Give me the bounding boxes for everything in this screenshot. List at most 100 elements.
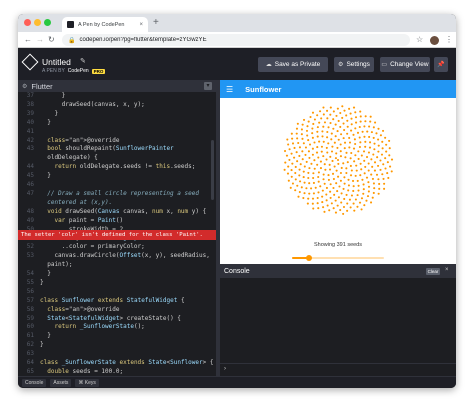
- app-bar: ☰ Sunflower: [220, 80, 456, 98]
- seed-dot: [325, 158, 328, 161]
- seed-dot: [366, 130, 369, 133]
- seed-dot: [369, 120, 372, 123]
- close-console-icon[interactable]: ×: [445, 267, 449, 273]
- seed-dot: [351, 179, 355, 183]
- settings-button[interactable]: ⚙ Settings: [334, 57, 374, 72]
- seed-dot: [348, 107, 351, 110]
- seed-dot: [342, 187, 345, 190]
- seed-dot: [293, 156, 296, 159]
- seed-dot: [340, 133, 343, 136]
- seed-dot: [295, 132, 298, 135]
- seed-dot: [300, 133, 303, 136]
- seed-dot: [305, 129, 309, 132]
- seed-dot: [316, 130, 319, 133]
- seed-dot: [358, 201, 362, 204]
- seed-dot: [383, 182, 386, 185]
- code-line: oldDelegate) {: [18, 154, 216, 163]
- pencil-icon[interactable]: ✎: [80, 57, 86, 65]
- seed-dot: [367, 169, 370, 172]
- line-number: 42: [26, 136, 34, 144]
- seed-dot: [323, 163, 326, 166]
- seed-dot: [312, 172, 315, 175]
- app-title: Sunflower: [245, 84, 282, 94]
- seed-dot: [335, 182, 338, 185]
- footer-assets-button[interactable]: Assets: [50, 378, 72, 387]
- seed-dot: [364, 120, 367, 123]
- forward-arrow-icon[interactable]: →: [36, 34, 44, 45]
- codepen-logo-icon[interactable]: [21, 53, 39, 71]
- bookmark-star-icon[interactable]: ☆: [416, 35, 423, 45]
- footer-console-button[interactable]: Console: [22, 378, 47, 387]
- browser-menu-icon[interactable]: ⋮: [445, 35, 453, 45]
- code-line: 61 }: [18, 332, 216, 341]
- code-text: canvas.drawCircle(Offset(x, y), seedRadi…: [40, 252, 210, 260]
- seed-dot: [313, 167, 316, 170]
- line-number: 57: [26, 296, 34, 304]
- hamburger-menu-icon[interactable]: ☰: [226, 85, 233, 94]
- seed-dot: [360, 208, 363, 211]
- code-text: return _SunflowerState();: [54, 323, 145, 331]
- seed-dot: [334, 123, 337, 126]
- seed-slider[interactable]: [292, 255, 384, 261]
- seed-dot: [365, 155, 369, 159]
- reload-icon[interactable]: ↻: [48, 34, 55, 45]
- seed-dot: [329, 196, 332, 199]
- footer-keys-button[interactable]: ⌘ Keys: [75, 378, 99, 387]
- seed-dot: [357, 184, 360, 187]
- seed-dot: [300, 186, 303, 189]
- seed-dot: [290, 175, 293, 178]
- code-text: drawSeed(canvas, x, y);: [40, 100, 145, 108]
- seed-dot: [304, 153, 307, 156]
- seed-dot: [302, 196, 305, 200]
- pin-button[interactable]: 📌: [434, 57, 448, 72]
- seed-dot: [342, 212, 345, 215]
- clear-console-button[interactable]: Clear: [426, 268, 440, 275]
- slider-thumb[interactable]: [305, 255, 312, 261]
- seed-dot: [372, 136, 375, 139]
- seed-dot: [359, 120, 362, 123]
- console-header: Console Clear ×: [220, 265, 456, 278]
- seed-dot: [285, 154, 289, 157]
- new-tab-button[interactable]: +: [153, 17, 159, 29]
- codepen-header: Untitled ✎ A PEN BY CodePen PRO ☁ Save a…: [18, 48, 456, 80]
- seed-dot: [286, 172, 290, 175]
- address-bar: ← → ↻ 🔒 codepen.io/pen?pg=flutter&templa…: [18, 32, 456, 48]
- browser-profile-avatar[interactable]: [430, 36, 439, 45]
- change-view-button[interactable]: ▭ Change View: [380, 57, 430, 72]
- minimize-window-button[interactable]: [34, 19, 41, 26]
- line-number: 40: [26, 118, 34, 126]
- seed-dot: [345, 151, 348, 154]
- back-arrow-icon[interactable]: ←: [24, 34, 32, 45]
- maximize-window-button[interactable]: [44, 19, 51, 26]
- pen-title[interactable]: Untitled: [42, 57, 71, 67]
- code-text: void drawSeed(Canvas canvas, num x, num …: [47, 207, 207, 215]
- seed-dot: [332, 177, 335, 181]
- seed-dot: [296, 160, 299, 163]
- close-window-button[interactable]: [24, 19, 31, 26]
- author-link[interactable]: CodePen: [68, 68, 89, 74]
- editor-scrollbar[interactable]: [211, 140, 214, 200]
- seed-dot: [381, 173, 384, 176]
- preview-pane: ☰ Sunflower Showing 391 seeds: [220, 80, 456, 264]
- seed-dot: [301, 123, 304, 126]
- save-private-button[interactable]: ☁ Save as Private: [258, 57, 328, 72]
- seed-dot: [369, 141, 372, 144]
- seed-dot: [371, 165, 374, 168]
- tab-close-icon[interactable]: ×: [139, 22, 143, 28]
- code-line: 60 return _SunflowerState();: [18, 323, 216, 332]
- code-line: 63: [18, 350, 216, 359]
- seed-dot: [306, 202, 309, 205]
- seed-dot: [290, 152, 293, 155]
- seed-dot: [363, 159, 366, 162]
- console-prompt-icon[interactable]: ›: [224, 366, 226, 372]
- seed-dot: [288, 148, 291, 151]
- seed-dot: [359, 162, 362, 165]
- seed-dot: [360, 154, 363, 157]
- seed-dot: [377, 144, 380, 147]
- editor-settings-icon[interactable]: ⚙: [22, 83, 27, 90]
- collapse-icon[interactable]: ▾: [204, 82, 212, 90]
- browser-tab[interactable]: A Pen by CodePen ×: [62, 17, 148, 32]
- line-number: 60: [26, 323, 34, 331]
- seed-dot: [339, 208, 342, 212]
- url-field[interactable]: 🔒 codepen.io/pen?pg=flutter&template=zYG…: [62, 34, 410, 46]
